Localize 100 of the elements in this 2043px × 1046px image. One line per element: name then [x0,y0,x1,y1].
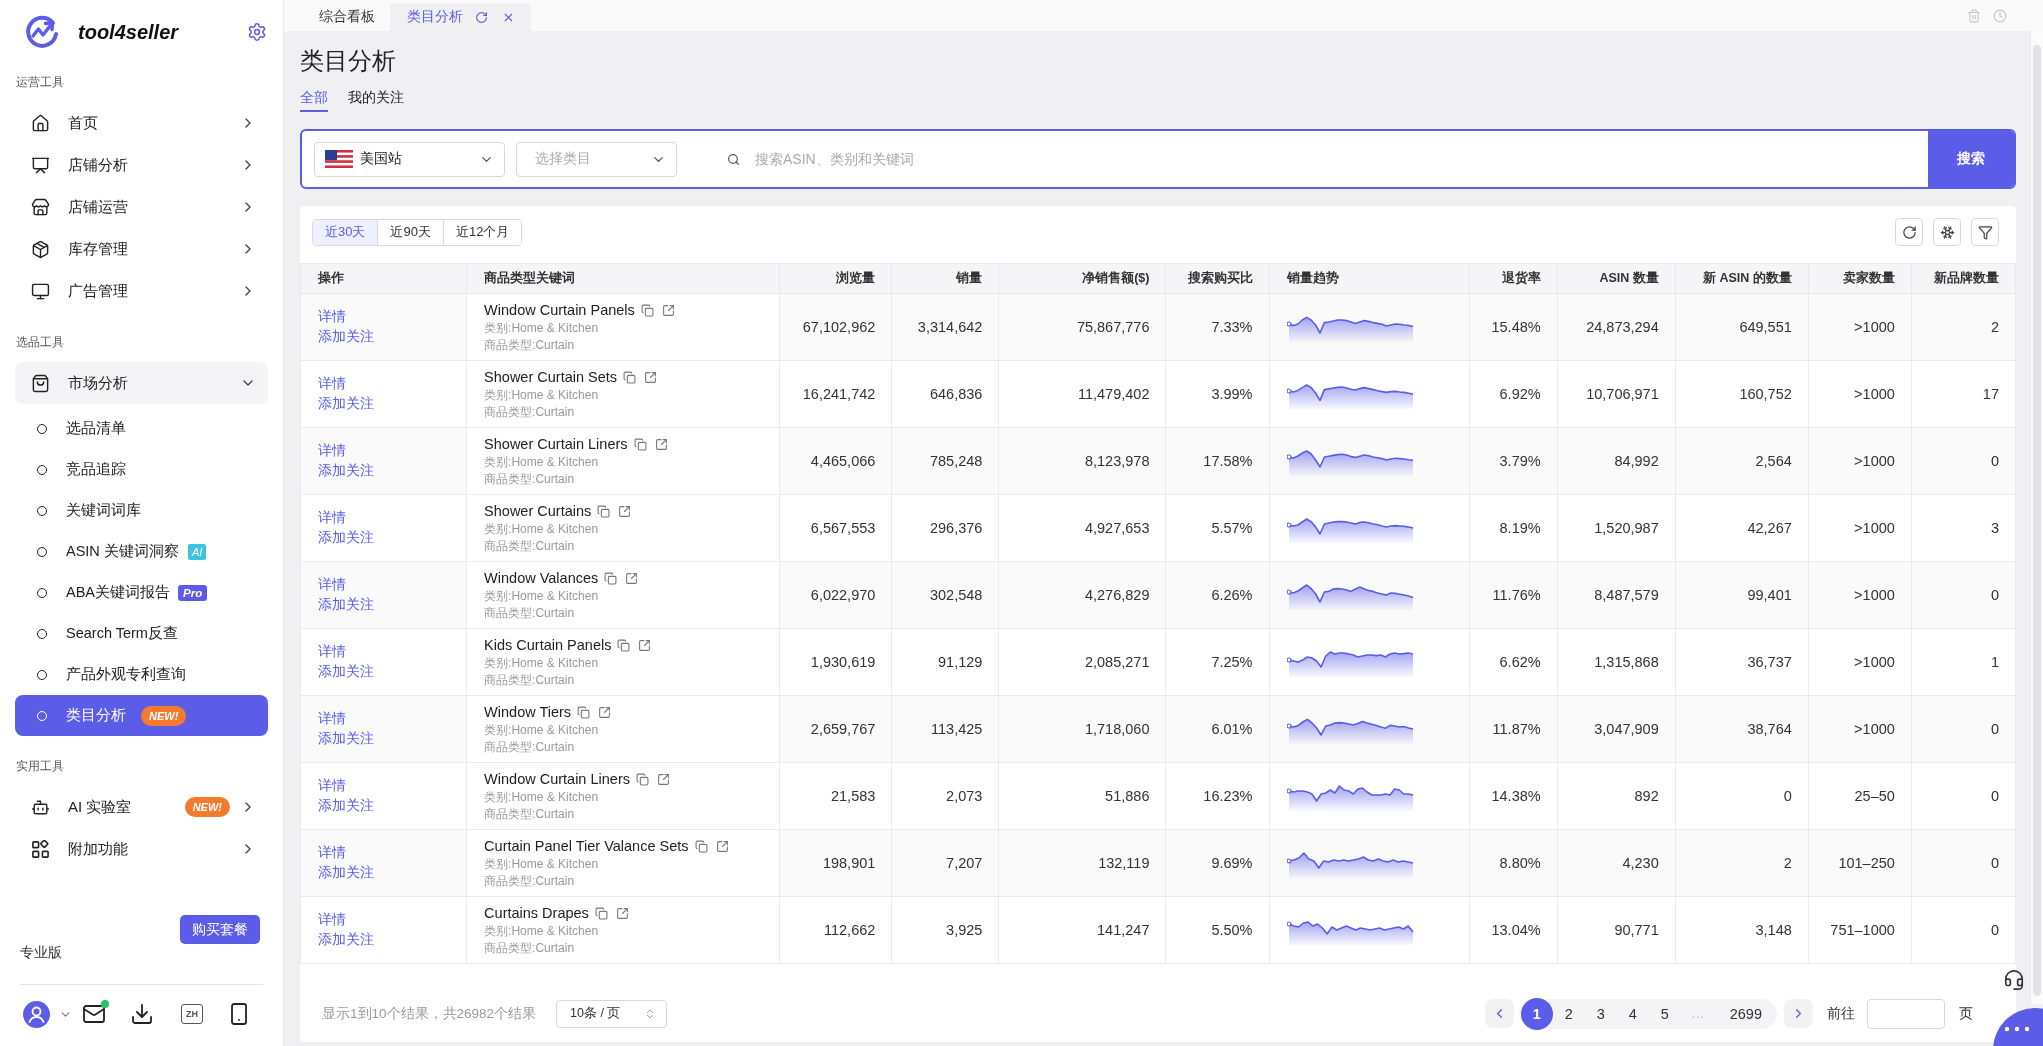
external-link-icon[interactable] [638,638,652,652]
period-button[interactable]: 近30天 [313,219,378,245]
refresh-button[interactable] [1895,218,1923,246]
sidebar-item[interactable]: 附加功能 [15,828,268,870]
follow-link[interactable]: 添加关注 [318,796,374,816]
sidebar-subitem[interactable]: 产品外观专利查询 [15,654,268,695]
filter-button[interactable] [1971,218,1999,246]
headset-icon[interactable] [2003,969,2025,991]
follow-link[interactable]: 添加关注 [318,729,374,749]
sidebar-item[interactable]: 首页 [15,102,268,144]
page-button[interactable]: 1 [1520,997,1553,1030]
sidebar-subitem[interactable]: 选品清单 [15,408,268,449]
follow-link[interactable]: 添加关注 [318,461,374,481]
scrollbar-thumb[interactable] [2033,45,2041,996]
details-link[interactable]: 详情 [318,508,346,528]
sidebar-item[interactable]: 库存管理 [15,228,268,270]
details-link[interactable]: 详情 [318,374,346,394]
snowflake-button[interactable] [1933,218,1961,246]
copy-icon[interactable] [604,571,618,585]
search-field[interactable]: 搜索ASIN、类别和关键词 [753,141,1928,177]
external-link-icon[interactable] [598,705,612,719]
copy-icon[interactable] [597,504,611,518]
details-link[interactable]: 详情 [318,575,346,595]
copy-icon[interactable] [577,705,591,719]
sidebar-item[interactable]: 店铺运营 [15,186,268,228]
details-link[interactable]: 详情 [318,441,346,461]
follow-link[interactable]: 添加关注 [318,863,374,883]
follow-link[interactable]: 添加关注 [318,394,374,414]
filter-icon [1977,224,1993,240]
table-cell: 51,886 [998,762,1166,830]
table-cell: 6.62% [1469,628,1558,696]
goto-page-field[interactable] [1867,998,1945,1029]
sidebar-item[interactable]: 市场分析 [15,362,268,404]
details-link[interactable]: 详情 [318,776,346,796]
page-tab[interactable]: 类目分析 [390,3,531,31]
page-button[interactable]: 5 [1648,998,1681,1029]
settings-icon[interactable] [247,22,267,42]
buy-plan-button[interactable]: 购买套餐 [180,915,260,944]
sidebar-subitem[interactable]: 关键词词库 [15,490,268,531]
category-text: 类别:Home & Kitchen [484,856,599,873]
external-link-icon[interactable] [656,772,670,786]
external-link-icon[interactable] [615,906,629,920]
filter-tab[interactable]: 我的关注 [348,88,404,112]
download-icon[interactable] [130,1002,154,1026]
sidebar-item[interactable]: 广告管理 [15,270,268,312]
page-button[interactable]: 2 [1552,998,1585,1029]
copy-icon[interactable] [635,772,649,786]
period-button[interactable]: 近12个月 [442,219,522,245]
external-link-icon[interactable] [644,370,658,384]
table-cell: 132,119 [998,829,1166,897]
details-link[interactable]: 详情 [318,910,346,930]
refresh-icon[interactable] [475,10,488,24]
sidebar-item[interactable]: AI 实验室 NEW! [15,786,268,828]
page-size-select[interactable]: 10条 / 页 [556,999,668,1028]
copy-icon[interactable] [594,906,608,920]
filter-tab[interactable]: 全部 [300,88,328,112]
page-button[interactable]: 3 [1584,998,1617,1029]
follow-link[interactable]: 添加关注 [318,595,374,615]
pagination-summary: 显示1到10个结果，共26982个结果 [322,1004,537,1023]
follow-link[interactable]: 添加关注 [318,327,374,347]
language-button[interactable]: ZH [181,1004,203,1024]
avatar-icon[interactable] [23,1000,50,1028]
search-icon [727,152,740,166]
page-button[interactable]: 2699 [1714,998,1777,1029]
product-type-text: 商品类型:Curtain [484,739,575,756]
details-link[interactable]: 详情 [318,642,346,662]
table-cell: 13.04% [1469,896,1558,964]
sidebar-subitem[interactable]: ASIN 关键词洞察 AI [15,531,268,572]
table-cell: 3,925 [891,896,999,964]
sidebar-subitem[interactable]: Search Term反查 [15,613,268,654]
external-link-icon[interactable] [625,571,639,585]
details-link[interactable]: 详情 [318,843,346,863]
external-link-icon[interactable] [618,504,632,518]
follow-link[interactable]: 添加关注 [318,930,374,950]
copy-icon[interactable] [694,839,708,853]
copy-icon[interactable] [633,437,647,451]
page-tab[interactable]: 综合看板 [304,3,390,31]
sidebar-item[interactable]: 店铺分析 [15,144,268,186]
external-link-icon[interactable] [661,303,675,317]
follow-link[interactable]: 添加关注 [318,528,374,548]
copy-icon[interactable] [617,638,631,652]
follow-link[interactable]: 添加关注 [318,662,374,682]
details-link[interactable]: 详情 [318,307,346,327]
external-link-icon[interactable] [654,437,668,451]
logo-icon [24,14,60,50]
more-icon[interactable] [1991,1008,2043,1046]
presentation-icon [31,155,50,175]
table-cell: 11,479,402 [998,360,1166,428]
search-button[interactable]: 搜索 [1928,131,2014,187]
mail-icon[interactable] [82,1002,106,1026]
sidebar-subitem[interactable]: 类目分析 NEW! [15,695,268,736]
sidebar-subitem[interactable]: 竞品追踪 [15,449,268,490]
page-button[interactable]: 4 [1616,998,1649,1029]
site-select[interactable]: 美国站 [314,141,505,177]
external-link-icon[interactable] [715,839,729,853]
copy-icon[interactable] [623,370,637,384]
copy-icon[interactable] [640,303,654,317]
details-link[interactable]: 详情 [318,709,346,729]
sidebar-subitem[interactable]: ABA关键词报告 Pro [15,572,268,613]
table-cell: 9.69% [1165,829,1269,897]
